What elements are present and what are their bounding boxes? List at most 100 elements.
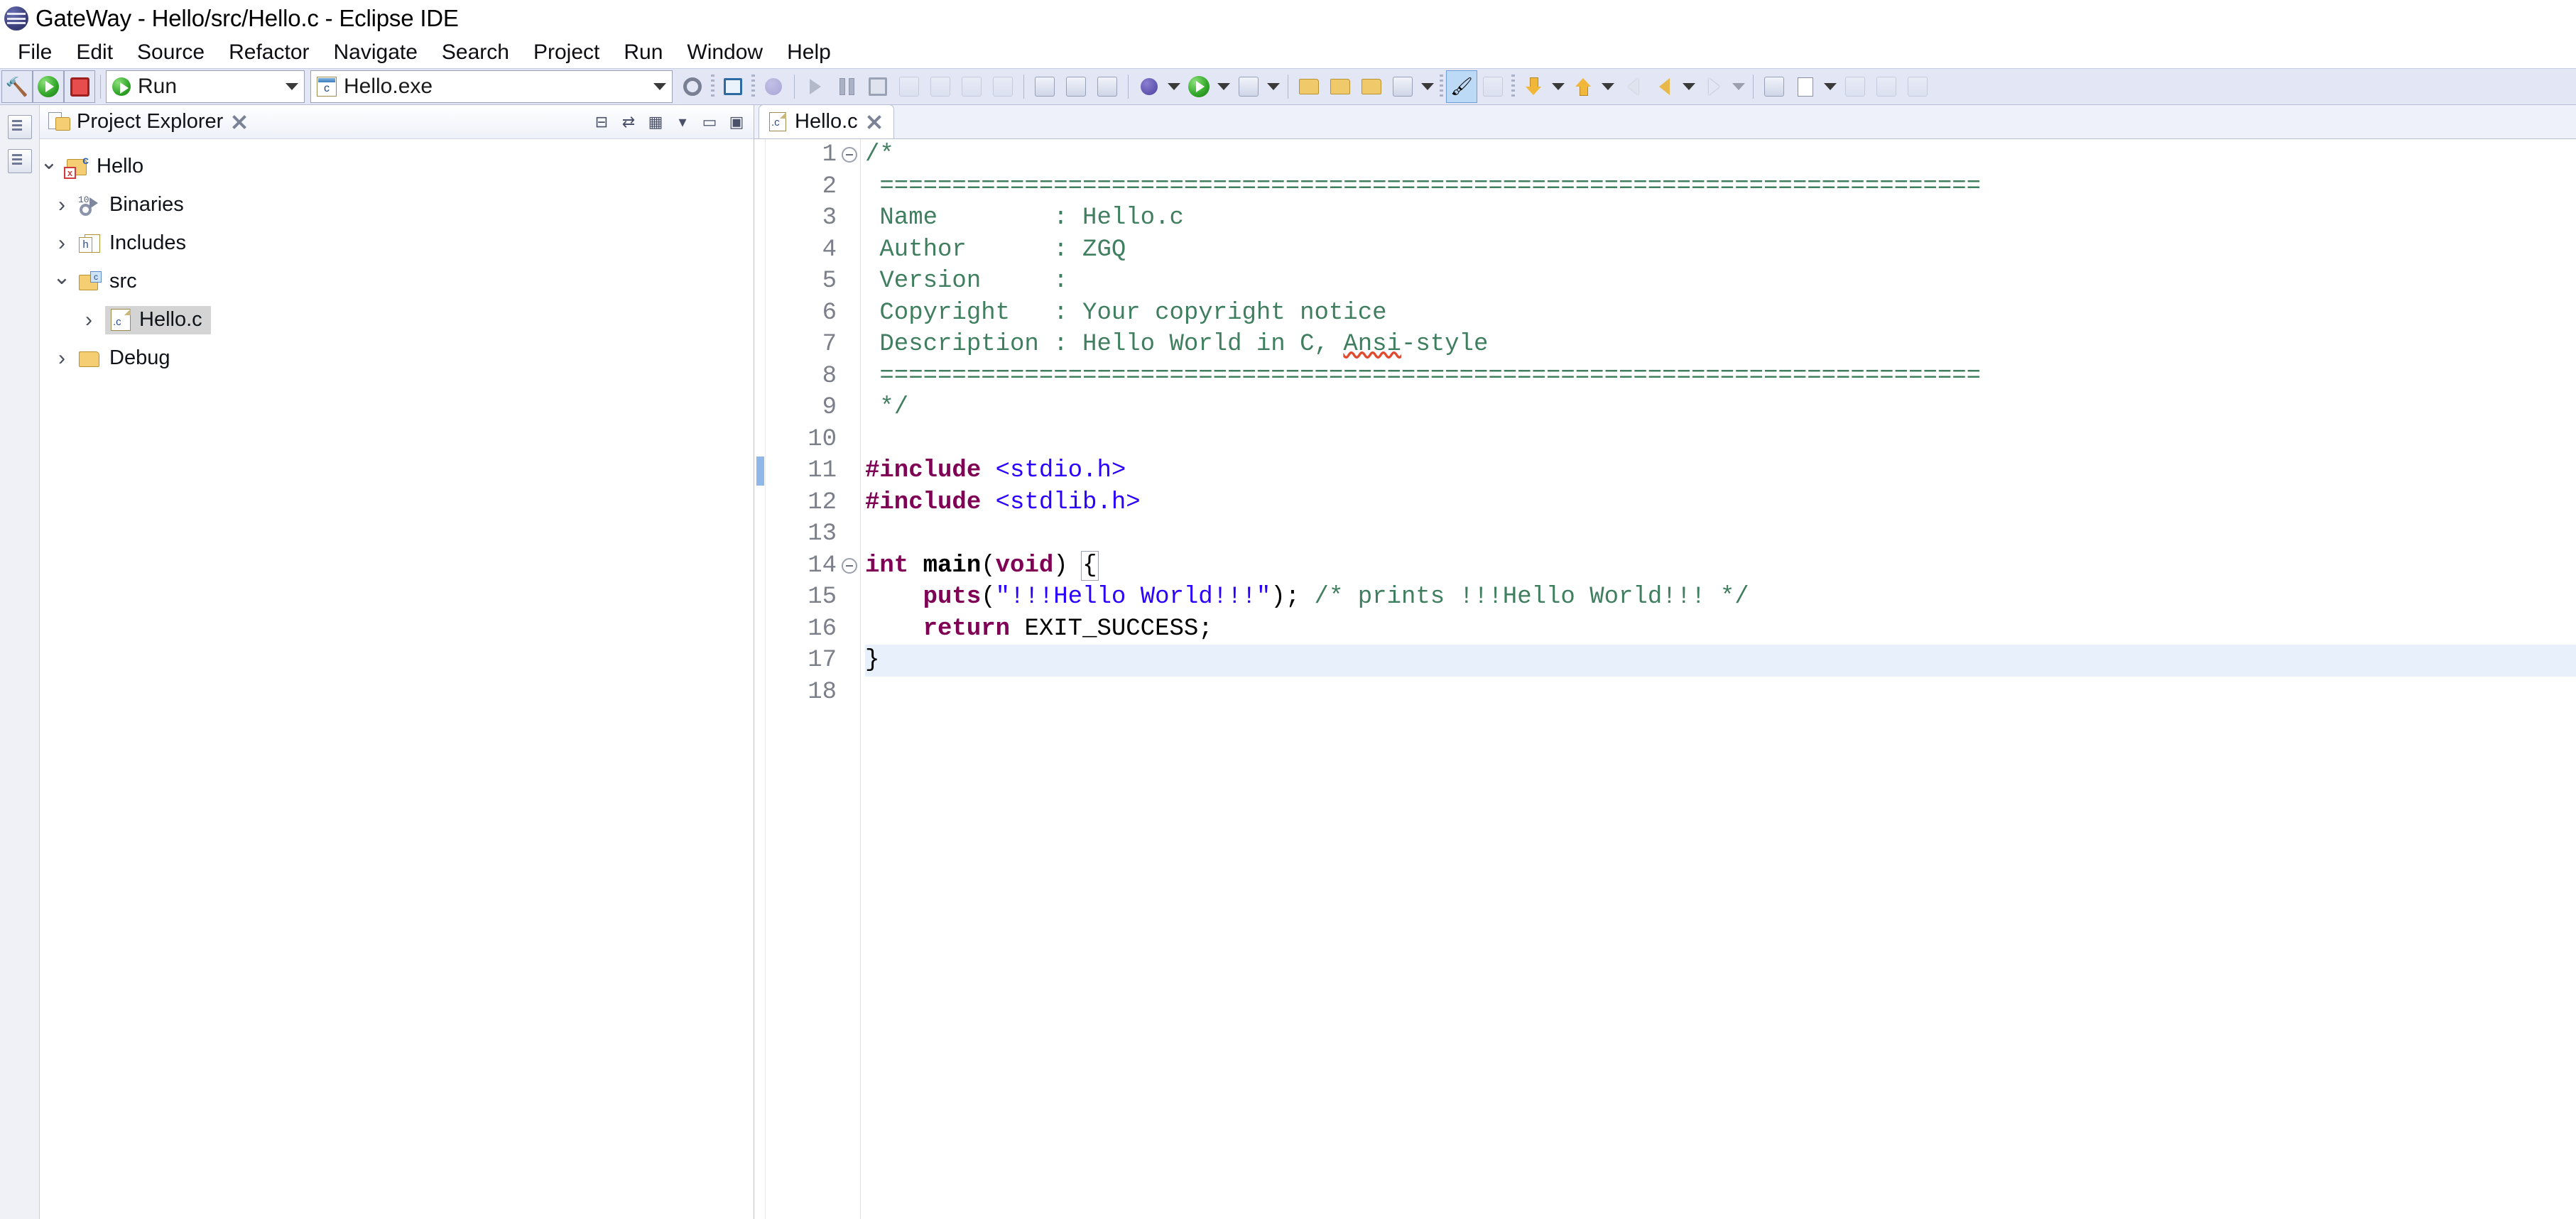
code-line[interactable]: } bbox=[865, 645, 2576, 677]
menu-item-window[interactable]: Window bbox=[675, 39, 775, 66]
tree-item-binaries[interactable]: Binaries bbox=[40, 186, 754, 224]
step-over-button[interactable] bbox=[956, 70, 987, 103]
collapse-all-icon[interactable]: ⊟ bbox=[592, 112, 612, 132]
menu-item-help[interactable]: Help bbox=[775, 39, 843, 66]
toolbar-drag-handle[interactable] bbox=[1440, 75, 1443, 99]
disconnect-button[interactable] bbox=[893, 70, 925, 103]
last-edit-location-button[interactable] bbox=[1617, 70, 1648, 103]
tree-item-debug[interactable]: Debug bbox=[40, 339, 754, 378]
chevron-right-icon[interactable] bbox=[53, 346, 71, 371]
menu-item-source[interactable]: Source bbox=[125, 39, 217, 66]
build-button[interactable]: 🔨 bbox=[1, 70, 33, 103]
new-editor-dropdown[interactable] bbox=[1821, 70, 1839, 103]
code-line[interactable] bbox=[865, 424, 2576, 456]
build-all-button[interactable] bbox=[1477, 70, 1509, 103]
code-line[interactable]: */ bbox=[865, 392, 2576, 424]
mark-occurrences-button[interactable]: 🖌 bbox=[1446, 70, 1477, 103]
fold-collapse-icon[interactable] bbox=[842, 147, 857, 163]
resume-button[interactable] bbox=[800, 70, 831, 103]
code-line[interactable]: puts("!!!Hello World!!!"); /* prints !!!… bbox=[865, 581, 2576, 613]
code-line[interactable]: ========================================… bbox=[865, 361, 2576, 393]
search-button[interactable] bbox=[1387, 70, 1418, 103]
tree-item-content[interactable]: Debug bbox=[78, 344, 173, 373]
code-line[interactable]: #include <stdlib.h> bbox=[865, 487, 2576, 519]
next-annotation-button[interactable] bbox=[1518, 70, 1549, 103]
chevron-right-icon[interactable] bbox=[53, 231, 71, 256]
tree-item-content[interactable]: c x Hello bbox=[64, 153, 146, 181]
fold-collapse-icon[interactable] bbox=[842, 557, 857, 574]
launch-config-combo[interactable]: Hello.exe bbox=[310, 70, 673, 103]
search-dropdown[interactable] bbox=[1418, 70, 1437, 103]
run-launch-button[interactable] bbox=[1183, 70, 1214, 103]
code-line[interactable]: ========================================… bbox=[865, 171, 2576, 203]
new-editor-button[interactable] bbox=[1790, 70, 1821, 103]
code-line[interactable]: Name : Hello.c bbox=[865, 202, 2576, 234]
outline-view-icon[interactable] bbox=[7, 149, 32, 173]
menu-item-edit[interactable]: Edit bbox=[64, 39, 125, 66]
tree-item-hello-c[interactable]: Hello.c bbox=[40, 301, 754, 339]
tree-item-src[interactable]: csrc bbox=[40, 263, 754, 301]
external-tools-button[interactable] bbox=[1233, 70, 1264, 103]
maximize-icon[interactable]: ▣ bbox=[727, 112, 746, 132]
toolbar-drag-handle[interactable] bbox=[1511, 75, 1515, 99]
toolbar-drag-handle[interactable] bbox=[751, 75, 755, 99]
toggle-mark-occurrences-button[interactable] bbox=[1060, 70, 1092, 103]
chevron-down-icon[interactable] bbox=[286, 83, 298, 90]
chevron-right-icon[interactable] bbox=[80, 308, 98, 332]
launch-mode-combo[interactable]: Run bbox=[106, 70, 305, 103]
minimize-icon[interactable]: ▭ bbox=[700, 112, 719, 132]
code-line[interactable] bbox=[865, 677, 2576, 709]
menu-item-navigate[interactable]: Navigate bbox=[322, 39, 430, 66]
debug-launch-dropdown[interactable] bbox=[1165, 70, 1183, 103]
forward-dropdown[interactable] bbox=[1729, 70, 1748, 103]
chevron-right-icon[interactable] bbox=[53, 193, 71, 217]
open-resource-button[interactable] bbox=[1356, 70, 1387, 103]
back-dropdown[interactable] bbox=[1680, 70, 1698, 103]
link-with-editor-icon[interactable]: ⇄ bbox=[619, 112, 638, 132]
tree-item-content[interactable]: Binaries bbox=[78, 191, 187, 219]
code-line[interactable]: Description : Hello World in C, Ansi-sty… bbox=[865, 329, 2576, 361]
suspend-button[interactable] bbox=[831, 70, 862, 103]
source-code[interactable]: /* =====================================… bbox=[861, 139, 2576, 1219]
code-line[interactable]: int main(void) { bbox=[865, 550, 2576, 582]
debug-launch-button[interactable] bbox=[1134, 70, 1165, 103]
code-line[interactable]: #include <stdio.h> bbox=[865, 455, 2576, 487]
menu-item-project[interactable]: Project bbox=[521, 39, 612, 66]
forward-button[interactable] bbox=[1698, 70, 1729, 103]
step-into-button[interactable] bbox=[925, 70, 956, 103]
close-icon[interactable] bbox=[866, 114, 882, 130]
tree-item-content[interactable]: Includes bbox=[78, 229, 189, 258]
tree-item-hello[interactable]: cx Hello bbox=[40, 148, 754, 186]
next-annotation-dropdown[interactable] bbox=[1549, 70, 1567, 103]
panel-restore-icon[interactable] bbox=[7, 115, 32, 139]
stop-button[interactable] bbox=[64, 70, 95, 103]
code-line[interactable]: return EXIT_SUCCESS; bbox=[865, 613, 2576, 645]
toolbar-drag-handle[interactable] bbox=[711, 75, 714, 99]
folding-ruler[interactable] bbox=[839, 139, 861, 1219]
tree-item-includes[interactable]: Includes bbox=[40, 224, 754, 263]
code-line[interactable]: /* bbox=[865, 139, 2576, 171]
chevron-down-icon[interactable] bbox=[53, 270, 71, 295]
new-folder-button[interactable] bbox=[1293, 70, 1325, 103]
code-line[interactable] bbox=[865, 518, 2576, 550]
focus-on-active-task-icon[interactable]: ▦ bbox=[646, 112, 665, 132]
code-line[interactable]: Copyright : Your copyright notice bbox=[865, 297, 2576, 329]
external-tools-dropdown[interactable] bbox=[1264, 70, 1283, 103]
run-launch-dropdown[interactable] bbox=[1214, 70, 1233, 103]
menu-item-search[interactable]: Search bbox=[430, 39, 521, 66]
open-element-button[interactable] bbox=[1029, 70, 1060, 103]
step-return-button[interactable] bbox=[987, 70, 1018, 103]
tree-item-content[interactable]: c src bbox=[78, 268, 140, 296]
new-window-button[interactable] bbox=[1759, 70, 1790, 103]
launch-settings-button[interactable] bbox=[677, 70, 708, 103]
close-icon[interactable] bbox=[230, 113, 249, 131]
menu-item-run[interactable]: Run bbox=[612, 39, 675, 66]
view-menu-chevron-icon[interactable]: ▾ bbox=[673, 112, 692, 132]
console-view-button[interactable] bbox=[717, 70, 749, 103]
terminate-button[interactable] bbox=[862, 70, 893, 103]
print-button[interactable] bbox=[1902, 70, 1933, 103]
back-button[interactable] bbox=[1648, 70, 1680, 103]
open-type-button[interactable] bbox=[1325, 70, 1356, 103]
save-button[interactable] bbox=[1839, 70, 1871, 103]
chevron-down-icon[interactable] bbox=[40, 155, 58, 180]
